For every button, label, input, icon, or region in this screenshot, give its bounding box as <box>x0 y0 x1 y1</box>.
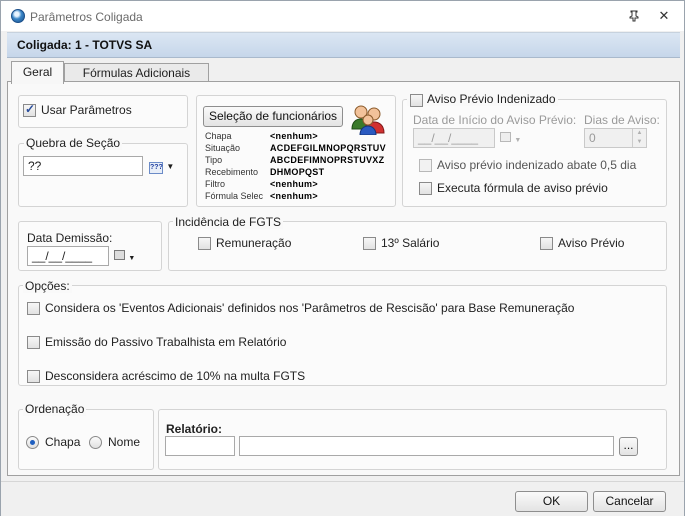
tab-formulas-adicionais[interactable]: Fórmulas Adicionais <box>64 63 209 83</box>
company-header-text: Coligada: 1 - TOTVS SA <box>17 38 153 52</box>
aviso-formula-checkbox[interactable] <box>419 182 432 195</box>
data-inicio-calendar[interactable]: ▼ <box>500 131 526 146</box>
opcao-passivo-label: Emissão do Passivo Trabalhista em Relató… <box>45 335 287 349</box>
selecao-row-formula: Fórmula Selec <nenhum> <box>205 191 395 202</box>
data-demissao-calendar[interactable]: ▼ <box>114 249 142 264</box>
selecao-value: DHMOPQST <box>270 167 325 177</box>
selecao-row-recebimento: Recebimento DHMOPQST <box>205 167 395 178</box>
dropdown-arrow-icon: ▼ <box>128 255 136 262</box>
selecao-key: Recebimento <box>205 167 259 177</box>
tab-panel-geral: Usar Parâmetros Quebra de Seção ?? ??? ▼… <box>7 81 680 476</box>
dialog-window: Parâmetros Coligada ✕ Coligada: 1 - TOTV… <box>0 0 685 516</box>
ordenacao-nome-radio[interactable] <box>89 436 102 449</box>
fgts-group: Incidência de FGTS Remuneração 13º Salár… <box>168 215 667 271</box>
relatorio-group: Relatório: ... <box>158 409 667 470</box>
opcao-multa-fgts-label: Desconsidera acréscimo de 10% na multa F… <box>45 369 306 383</box>
dropdown-arrow-icon: ▼ <box>166 162 175 171</box>
selecao-key: Situação <box>205 143 241 153</box>
opcoes-title: Opções: <box>23 279 72 293</box>
usar-parametros-label: Usar Parâmetros <box>41 103 132 117</box>
selecao-value: ACDEFGILMNOPQRSTUV <box>270 143 386 153</box>
data-demissao-group: Data Demissão: __/__/____ ▼ <box>18 221 162 271</box>
selecao-value: <nenhum> <box>270 179 318 189</box>
quebra-secao-group: Quebra de Seção ?? ??? ▼ <box>18 136 188 207</box>
data-demissao-label: Data Demissão: <box>27 231 113 245</box>
selecao-funcionarios-button[interactable]: Seleção de funcionários <box>203 106 343 127</box>
spin-up-icon[interactable]: ▲ <box>633 129 646 138</box>
aviso-formula-label: Executa fórmula de aviso prévio <box>437 181 608 195</box>
fgts-aviso-checkbox[interactable] <box>540 237 553 250</box>
fgts-remuneracao-label: Remuneração <box>216 236 292 250</box>
cancel-button[interactable]: Cancelar <box>593 491 666 512</box>
tab-geral[interactable]: Geral <box>11 61 64 84</box>
selecao-row-tipo: Tipo ABCDEFIMNOPRSTUVXZ <box>205 155 395 166</box>
fgts-13-label: 13º Salário <box>381 236 440 250</box>
relatorio-name-input[interactable] <box>239 436 614 456</box>
aviso-previo-checkbox[interactable] <box>410 94 423 107</box>
fgts-aviso-label: Aviso Prévio <box>558 236 625 250</box>
relatorio-label: Relatório: <box>166 422 223 436</box>
ordenacao-group: Ordenação Chapa Nome <box>18 402 154 470</box>
opcao-eventos-adicionais-checkbox[interactable] <box>27 302 40 315</box>
aviso-previo-title: Aviso Prévio Indenizado <box>407 92 558 106</box>
dias-aviso-spinner[interactable]: ▲ ▼ <box>632 129 646 147</box>
app-icon <box>11 9 25 23</box>
calendar-icon <box>114 250 125 260</box>
opcao-eventos-adicionais-label: Considera os 'Eventos Adicionais' defini… <box>45 301 575 315</box>
ordenacao-nome-label: Nome <box>108 435 141 449</box>
dropdown-arrow-icon: ▼ <box>514 137 522 144</box>
dialog-footer: OK Cancelar <box>1 481 684 516</box>
selecao-row-chapa: Chapa <nenhum> <box>205 131 395 142</box>
selecao-value: ABCDEFIMNOPRSTUVXZ <box>270 155 385 165</box>
fgts-title: Incidência de FGTS <box>173 215 284 229</box>
opcao-multa-fgts-checkbox[interactable] <box>27 370 40 383</box>
company-header: Coligada: 1 - TOTVS SA <box>7 32 680 58</box>
data-inicio-label: Data de Início do Aviso Prévio: <box>413 113 577 127</box>
selecao-row-situacao: Situação ACDEFGILMNOPQRSTUV <box>205 143 395 154</box>
selecao-value: <nenhum> <box>270 191 318 201</box>
quebra-secao-picker[interactable]: ??? ▼ <box>149 158 179 174</box>
aviso-abate-label: Aviso prévio indenizado abate 0,5 dia <box>437 158 637 172</box>
ordenacao-title: Ordenação <box>23 402 87 416</box>
opcoes-group: Opções: Considera os 'Eventos Adicionais… <box>18 279 667 386</box>
selecao-key: Fórmula Selec <box>205 191 264 201</box>
pin-icon[interactable] <box>623 6 645 26</box>
spin-down-icon[interactable]: ▼ <box>633 138 646 147</box>
aviso-previo-group: Aviso Prévio Indenizado Data de Início d… <box>402 92 667 207</box>
data-inicio-input[interactable]: __/__/____ <box>413 128 495 148</box>
usar-parametros-group: Usar Parâmetros <box>18 95 188 128</box>
selecao-funcionarios-group: Seleção de funcionários Chapa <nenhum> S… <box>196 95 396 207</box>
quebra-secao-input[interactable]: ?? <box>23 156 143 176</box>
aviso-abate-checkbox[interactable] <box>419 159 432 172</box>
title-bar: Parâmetros Coligada ✕ <box>1 1 684 31</box>
opcao-passivo-checkbox[interactable] <box>27 336 40 349</box>
selecao-row-filtro: Filtro <nenhum> <box>205 179 395 190</box>
relatorio-code-input[interactable] <box>165 436 235 456</box>
fgts-remuneracao-checkbox[interactable] <box>198 237 211 250</box>
data-demissao-input[interactable]: __/__/____ <box>27 246 109 266</box>
ordenacao-chapa-label: Chapa <box>45 435 81 449</box>
calendar-icon <box>500 132 511 142</box>
selecao-key: Filtro <box>205 179 225 189</box>
selecao-key: Tipo <box>205 155 223 165</box>
usar-parametros-checkbox[interactable] <box>23 102 36 117</box>
ordenacao-chapa-radio[interactable] <box>26 436 39 449</box>
ok-button[interactable]: OK <box>515 491 588 512</box>
fgts-13-checkbox[interactable] <box>363 237 376 250</box>
selecao-key: Chapa <box>205 131 232 141</box>
selecao-value: <nenhum> <box>270 131 318 141</box>
quebra-secao-title: Quebra de Seção <box>24 136 123 150</box>
window-title: Parâmetros Coligada <box>30 10 143 24</box>
selecao-summary: Chapa <nenhum> Situação ACDEFGILMNOPQRST… <box>205 131 395 205</box>
dias-aviso-label: Dias de Aviso: <box>584 113 660 127</box>
close-icon[interactable]: ✕ <box>653 6 675 26</box>
picker-icon: ??? <box>149 162 163 174</box>
relatorio-browse-button[interactable]: ... <box>619 437 638 456</box>
